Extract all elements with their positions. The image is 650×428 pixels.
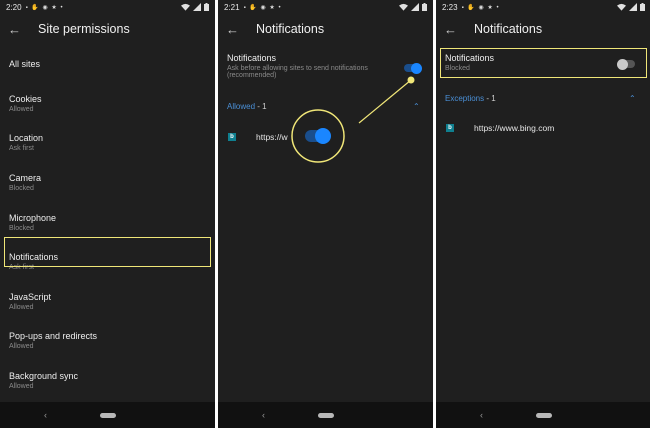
- home-pill[interactable]: [535, 412, 552, 418]
- page-title: Notifications: [474, 22, 543, 36]
- item-title: Camera: [9, 173, 42, 184]
- signal-icon: [629, 3, 637, 11]
- list-item-location[interactable]: Location Ask first: [0, 123, 215, 163]
- section-count: - 1: [484, 94, 496, 103]
- home-pill[interactable]: [317, 412, 334, 418]
- item-subtitle: Allowed: [9, 303, 34, 311]
- item-title: Pop-ups and redirects: [9, 331, 98, 342]
- page-title: Site permissions: [38, 22, 130, 36]
- back-arrow-icon[interactable]: ←: [444, 22, 458, 37]
- list-item-cookies[interactable]: Cookies Allowed: [0, 84, 215, 124]
- highlight-box: [440, 48, 647, 78]
- item-title: Background sync: [9, 371, 79, 382]
- app-bar: ← Notifications: [436, 14, 650, 44]
- exceptions-section-header[interactable]: Exceptions - 1: [445, 94, 496, 103]
- list-item-background-sync[interactable]: Background sync Allowed: [0, 361, 215, 401]
- list-item-javascript[interactable]: JavaScript Allowed: [0, 282, 215, 322]
- status-time: 2:20: [6, 2, 22, 12]
- signal-icon: [193, 3, 201, 11]
- site-row[interactable]: b https://www.bing.com: [446, 123, 554, 133]
- chevron-up-icon[interactable]: ⌃: [629, 94, 636, 103]
- status-bar: 2:20 ▪ ✋ ◉ ★ •: [0, 0, 215, 14]
- back-arrow-icon[interactable]: ←: [8, 22, 22, 37]
- item-subtitle: Allowed: [9, 343, 34, 351]
- system-nav-bar: ‹: [0, 402, 215, 428]
- item-title: All sites: [9, 58, 41, 69]
- nav-back-icon[interactable]: ‹: [480, 410, 483, 420]
- permissions-list: All sites Cookies Allowed Location Ask f…: [0, 44, 215, 400]
- phone-notifications-allowed: 2:21 ▪ ✋ ◉ ★ • ← Notifications Notificat…: [218, 0, 433, 428]
- phone-site-permissions: 2:20 ▪ ✋ ◉ ★ • ← Site permissions All si…: [0, 0, 215, 428]
- system-nav-bar: ‹: [436, 402, 650, 428]
- notification-icons: ▪ ✋ ◉ ★ •: [25, 4, 64, 11]
- bing-favicon-icon: b: [446, 124, 454, 132]
- wifi-icon: [617, 3, 626, 11]
- status-time: 2:23: [442, 2, 458, 12]
- wifi-icon: [181, 3, 190, 11]
- home-pill[interactable]: [99, 412, 116, 418]
- item-subtitle: Blocked: [9, 224, 34, 232]
- item-subtitle: Allowed: [9, 105, 34, 113]
- highlight-box: [4, 237, 211, 267]
- phone-notifications-blocked: 2:23 ▪ ✋ ◉ ★ • ← Notifications Notificat…: [436, 0, 650, 428]
- list-item-all-sites[interactable]: All sites: [0, 44, 215, 84]
- list-item-popups[interactable]: Pop-ups and redirects Allowed: [0, 321, 215, 361]
- system-nav-bar: ‹: [218, 402, 433, 428]
- nav-back-icon[interactable]: ‹: [262, 410, 265, 420]
- app-bar: ← Site permissions: [0, 14, 215, 44]
- item-subtitle: Allowed: [9, 383, 34, 391]
- nav-back-icon[interactable]: ‹: [44, 410, 47, 420]
- item-title: Cookies: [9, 93, 42, 104]
- item-subtitle: Ask first: [9, 145, 34, 153]
- item-title: Location: [9, 133, 44, 144]
- battery-icon: [204, 3, 209, 11]
- battery-icon: [640, 3, 645, 11]
- item-title: JavaScript: [9, 291, 52, 302]
- item-subtitle: Blocked: [9, 185, 34, 193]
- section-label: Exceptions: [445, 94, 485, 103]
- site-url: https://www.bing.com: [474, 123, 555, 133]
- notification-icons: ▪ ✋ ◉ ★ •: [461, 4, 500, 11]
- callout-overlay: [291, 76, 415, 163]
- status-bar: 2:23 ▪ ✋ ◉ ★ •: [436, 0, 650, 14]
- item-title: Microphone: [9, 212, 57, 223]
- list-item-camera[interactable]: Camera Blocked: [0, 163, 215, 203]
